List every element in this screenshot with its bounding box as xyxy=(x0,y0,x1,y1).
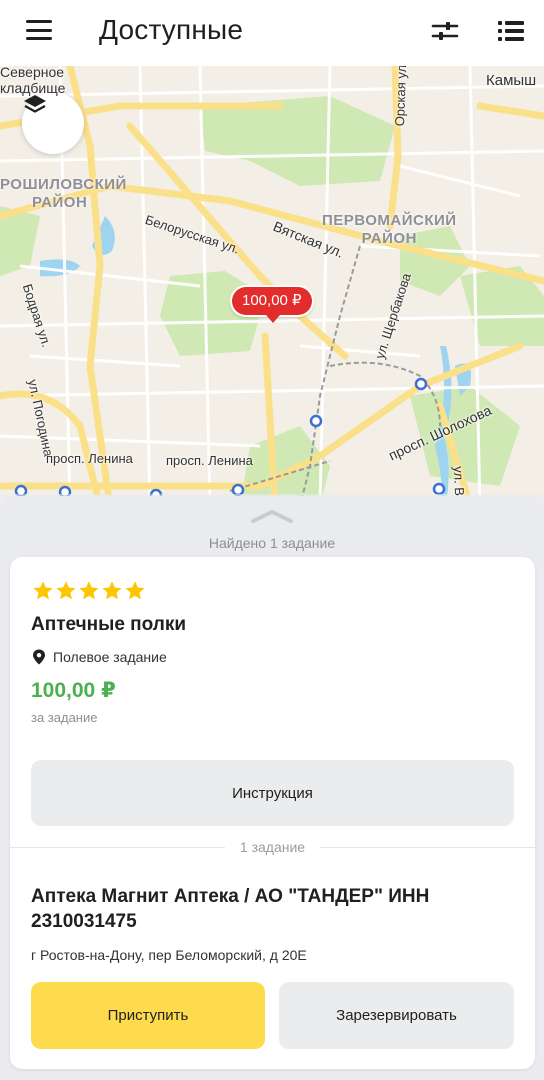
district-label-pervomaysky: ПЕРВОМАЙСКИЙ РАЙОН xyxy=(322,212,457,247)
page-title: Доступные xyxy=(99,14,244,45)
task-type-label: Полевое задание xyxy=(53,649,167,665)
task-type-row: Полевое задание xyxy=(32,649,167,665)
star-icon xyxy=(102,581,122,600)
bottom-sheet: Найдено 1 задание Аптечные полки Полевое… xyxy=(0,496,544,1080)
tasks-count-label: 1 задание xyxy=(225,838,320,856)
place-address: г Ростов-на-Дону, пер Беломорский, д 20Е xyxy=(31,947,307,963)
district-label-voroshilovsky: РОШИЛОВСКИЙ РАЙОН xyxy=(0,176,127,211)
map-label-kladbische: кладбище xyxy=(0,80,66,96)
found-count-text: Найдено 1 задание xyxy=(208,535,336,551)
star-icon xyxy=(33,581,53,600)
list-icon[interactable] xyxy=(496,16,526,46)
map-label-severnoe: Северное xyxy=(0,66,65,80)
instruction-button[interactable]: Инструкция xyxy=(31,760,514,826)
map-layers-button[interactable] xyxy=(22,92,84,154)
hamburger-menu-icon[interactable] xyxy=(24,17,54,43)
map-label-orskaya: Орская ул. xyxy=(392,66,410,127)
map-label-kamysh: Камыш xyxy=(486,72,537,89)
task-card: Аптечные полки Полевое задание 100,00 ₽ … xyxy=(10,557,535,1069)
reserve-button[interactable]: Зарезервировать xyxy=(279,982,514,1049)
map-label-lenina-2: просп. Ленина xyxy=(166,453,253,468)
star-icon xyxy=(125,581,145,600)
map-view[interactable]: Северное кладбище Камыш Орская ул. РОШИЛ… xyxy=(0,66,544,506)
star-icon xyxy=(79,581,99,600)
task-title: Аптечные полки xyxy=(31,614,187,635)
map-label-lenina-1: просп. Ленина xyxy=(46,451,133,466)
map-pin-icon xyxy=(33,649,45,665)
chevron-up-icon[interactable] xyxy=(250,508,294,524)
rating-stars xyxy=(32,580,146,602)
sliders-icon[interactable] xyxy=(430,16,460,46)
place-name: Аптека Магнит Аптека / АО "ТАНДЕР" ИНН 2… xyxy=(31,886,430,932)
star-icon xyxy=(56,581,76,600)
app-header: Доступные xyxy=(0,0,544,66)
price-note: за задание xyxy=(31,710,98,725)
tasks-divider: 1 задание xyxy=(10,838,535,856)
task-price: 100,00 ₽ xyxy=(31,679,116,702)
map-price-pin[interactable]: 100,00 ₽ xyxy=(232,287,312,323)
start-button[interactable]: Приступить xyxy=(31,982,265,1049)
